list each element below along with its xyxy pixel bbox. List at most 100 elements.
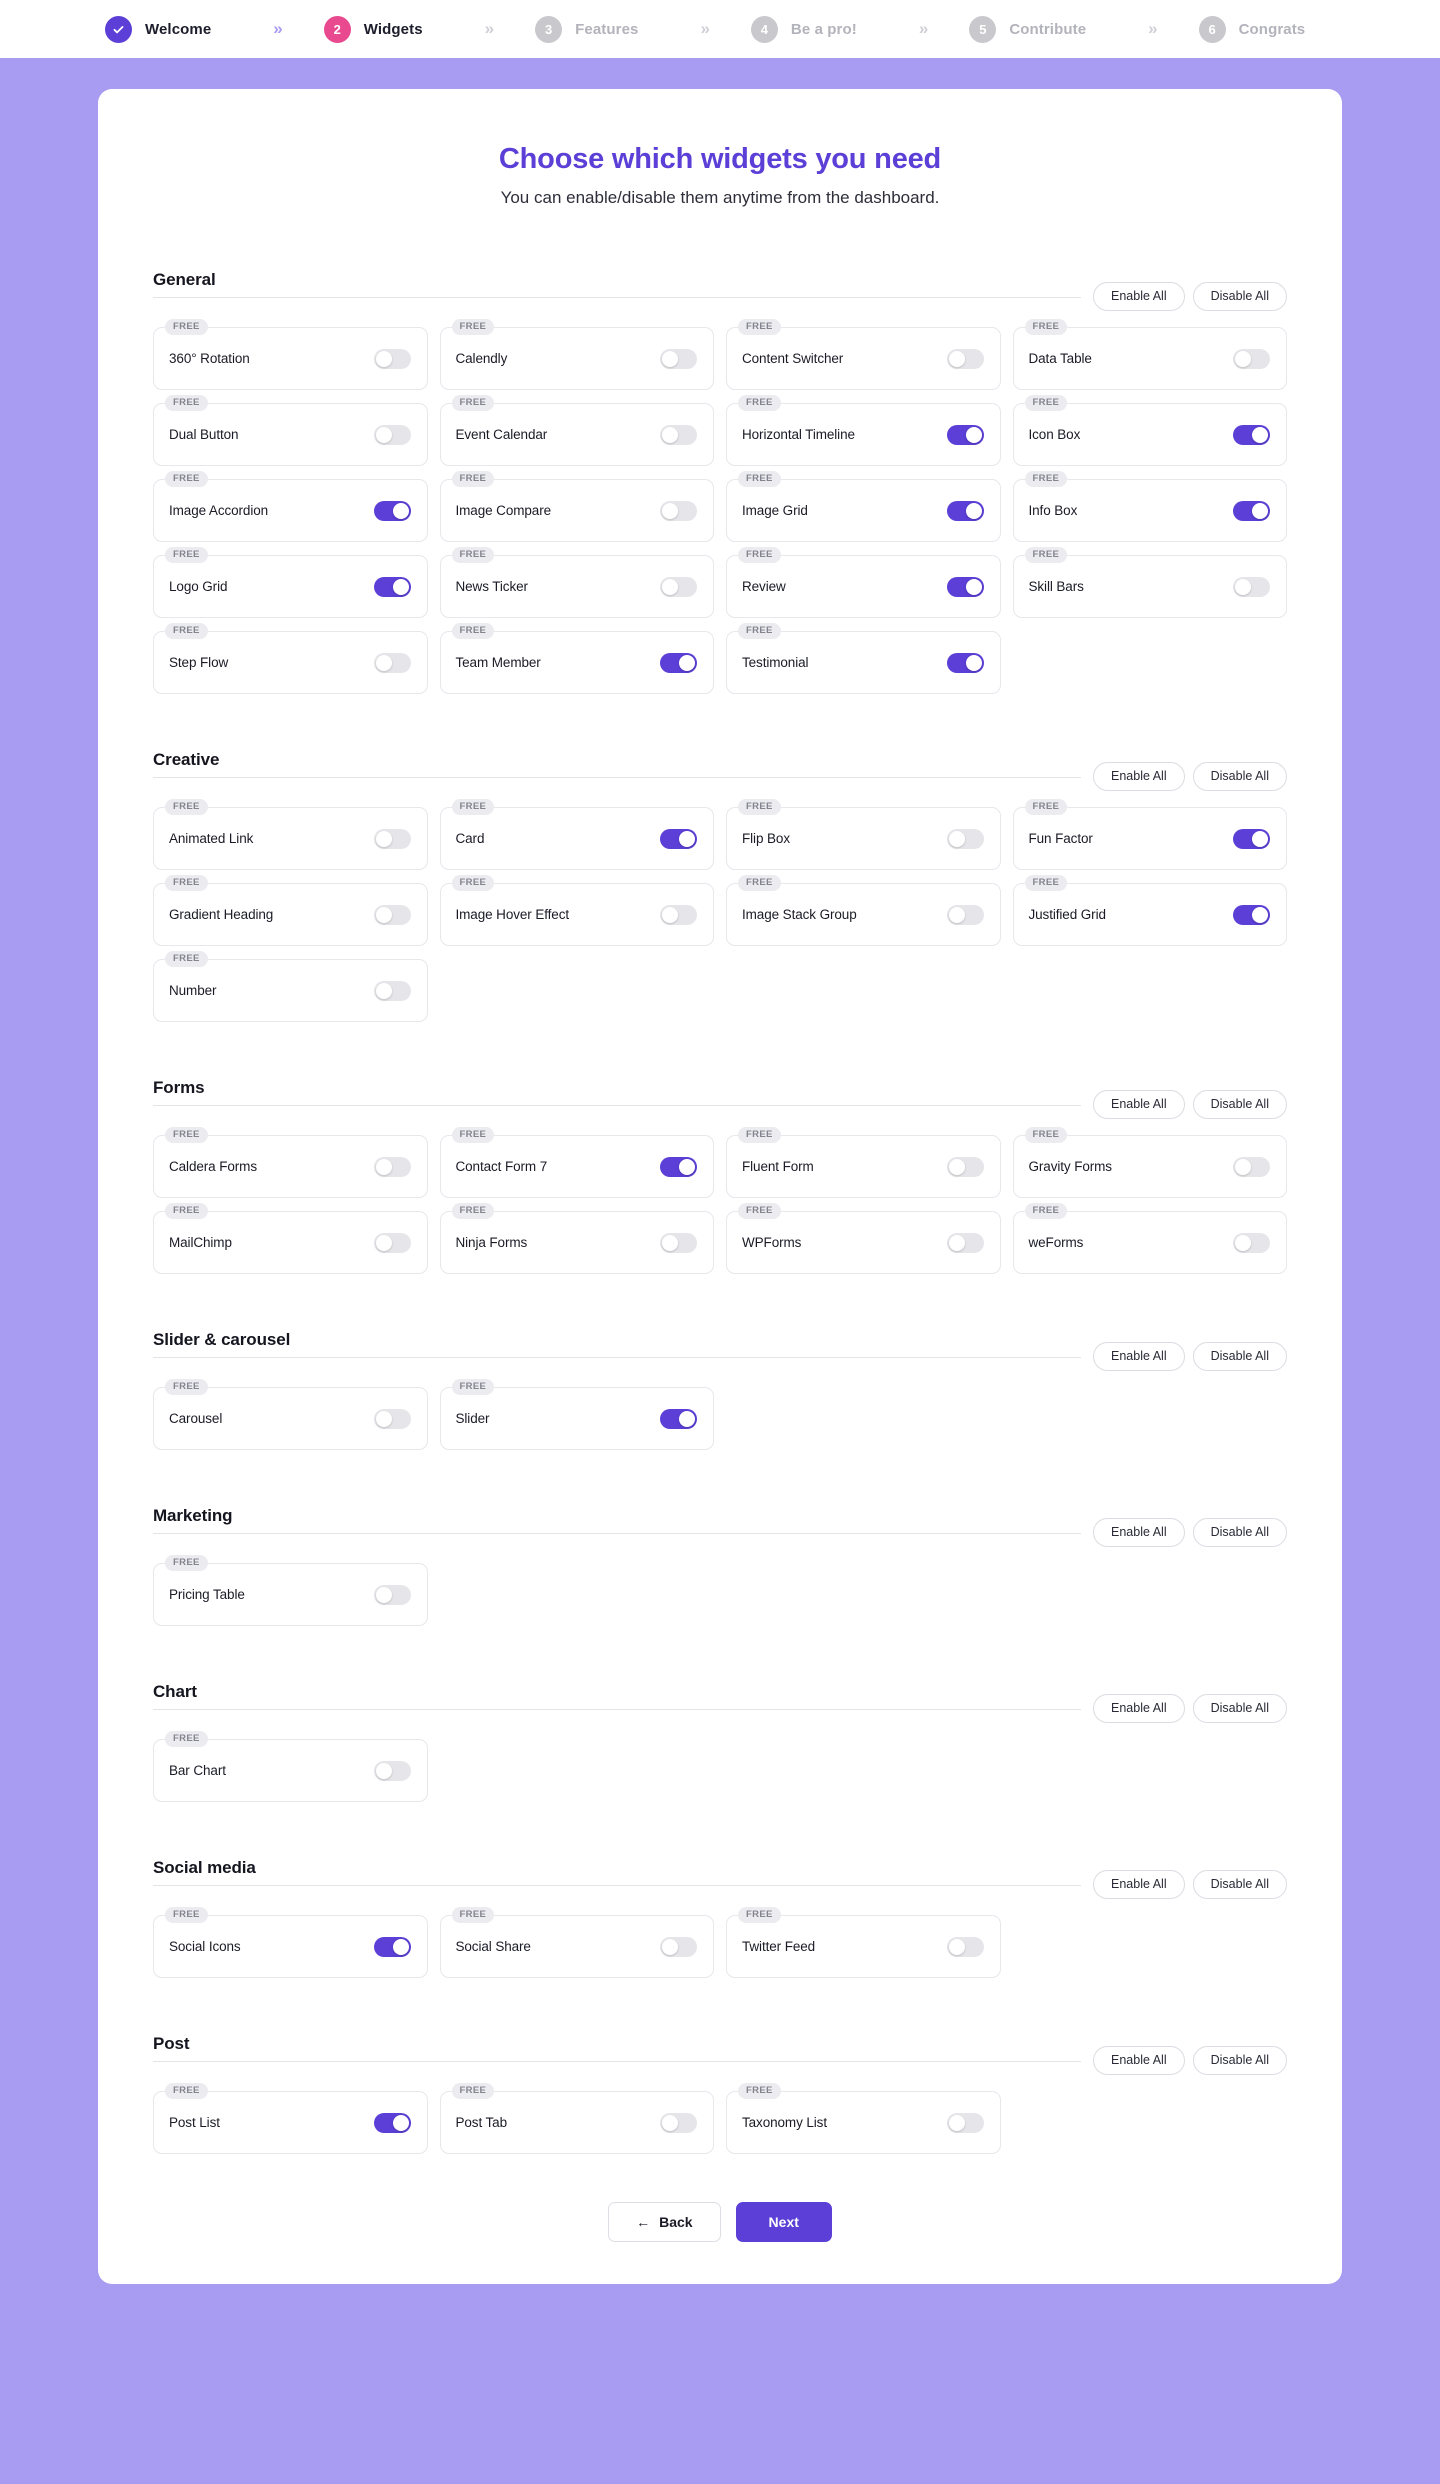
widget-card[interactable]: FREE Review — [726, 547, 1001, 618]
widget-card[interactable]: FREE Gradient Heading — [153, 875, 428, 946]
widget-toggle[interactable] — [946, 1156, 984, 1177]
step-item-widgets[interactable]: 2 Widgets — [323, 15, 423, 43]
widget-toggle[interactable] — [373, 1760, 411, 1781]
enable-all-button[interactable]: Enable All — [1093, 1518, 1185, 1547]
widget-card[interactable]: FREE Flip Box — [726, 799, 1001, 870]
widget-toggle[interactable] — [1233, 500, 1270, 521]
widget-toggle[interactable] — [373, 904, 411, 925]
widget-card[interactable]: FREE Fun Factor — [1012, 799, 1287, 870]
widget-card[interactable]: FREE Justified Grid — [1012, 875, 1287, 946]
widget-card[interactable]: FREE Fluent Form — [726, 1127, 1001, 1198]
widget-card[interactable]: FREE Ninja Forms — [439, 1203, 714, 1274]
widget-card[interactable]: FREE Image Stack Group — [726, 875, 1001, 946]
widget-toggle[interactable] — [660, 1232, 697, 1253]
widget-card[interactable]: FREE Card — [439, 799, 714, 870]
widget-toggle[interactable] — [660, 2112, 697, 2133]
widget-toggle[interactable] — [660, 828, 697, 849]
widget-card[interactable]: FREE Caldera Forms — [153, 1127, 428, 1198]
widget-card[interactable]: FREE Pricing Table — [153, 1555, 428, 1626]
step-item-features[interactable]: 3 Features — [535, 15, 638, 43]
widget-toggle[interactable] — [1233, 1232, 1270, 1253]
widget-toggle[interactable] — [660, 1156, 697, 1177]
widget-card[interactable]: FREE Post List — [153, 2083, 428, 2154]
widget-toggle[interactable] — [660, 348, 697, 369]
widget-card[interactable]: FREE Content Switcher — [726, 319, 1001, 390]
widget-toggle[interactable] — [946, 348, 984, 369]
widget-card[interactable]: FREE Logo Grid — [153, 547, 428, 618]
widget-toggle[interactable] — [1233, 904, 1270, 925]
widget-card[interactable]: FREE weForms — [1012, 1203, 1287, 1274]
widget-toggle[interactable] — [1233, 576, 1270, 597]
disable-all-button[interactable]: Disable All — [1192, 282, 1287, 311]
widget-card[interactable]: FREE News Ticker — [439, 547, 714, 618]
disable-all-button[interactable]: Disable All — [1192, 1518, 1287, 1547]
widget-toggle[interactable] — [946, 652, 984, 673]
step-item-welcome[interactable]: Welcome — [105, 15, 211, 43]
widget-toggle[interactable] — [660, 576, 697, 597]
enable-all-button[interactable]: Enable All — [1093, 1342, 1185, 1371]
back-button[interactable]: ← Back — [608, 2202, 721, 2242]
widget-toggle[interactable] — [660, 500, 697, 521]
widget-card[interactable]: FREE Image Hover Effect — [439, 875, 714, 946]
widget-card[interactable]: FREE 360° Rotation — [153, 319, 428, 390]
widget-toggle[interactable] — [946, 904, 984, 925]
enable-all-button[interactable]: Enable All — [1093, 1090, 1185, 1119]
enable-all-button[interactable]: Enable All — [1093, 1870, 1185, 1899]
widget-card[interactable]: FREE Step Flow — [153, 623, 428, 694]
widget-card[interactable]: FREE Dual Button — [153, 395, 428, 466]
disable-all-button[interactable]: Disable All — [1192, 1870, 1287, 1899]
widget-card[interactable]: FREE Contact Form 7 — [439, 1127, 714, 1198]
widget-card[interactable]: FREE Horizontal Timeline — [726, 395, 1001, 466]
widget-card[interactable]: FREE Slider — [439, 1379, 714, 1450]
enable-all-button[interactable]: Enable All — [1093, 282, 1185, 311]
widget-card[interactable]: FREE WPForms — [726, 1203, 1001, 1274]
widget-card[interactable]: FREE Social Share — [439, 1907, 714, 1978]
widget-card[interactable]: FREE Animated Link — [153, 799, 428, 870]
widget-card[interactable]: FREE Icon Box — [1012, 395, 1287, 466]
widget-card[interactable]: FREE Carousel — [153, 1379, 428, 1450]
widget-toggle[interactable] — [946, 1232, 984, 1253]
widget-toggle[interactable] — [373, 1408, 411, 1429]
widget-toggle[interactable] — [946, 424, 984, 445]
widget-card[interactable]: FREE Social Icons — [153, 1907, 428, 1978]
widget-toggle[interactable] — [946, 1936, 984, 1957]
widget-card[interactable]: FREE Gravity Forms — [1012, 1127, 1287, 1198]
widget-card[interactable]: FREE Bar Chart — [153, 1731, 428, 1802]
step-item-congrats[interactable]: 6 Congrats — [1198, 15, 1306, 43]
widget-toggle[interactable] — [660, 904, 697, 925]
widget-toggle[interactable] — [660, 652, 697, 673]
widget-toggle[interactable] — [660, 1936, 697, 1957]
disable-all-button[interactable]: Disable All — [1192, 1090, 1287, 1119]
step-item-contribute[interactable]: 5 Contribute — [969, 15, 1086, 43]
widget-toggle[interactable] — [373, 500, 411, 521]
widget-toggle[interactable] — [373, 2112, 411, 2133]
widget-card[interactable]: FREE Number — [153, 951, 428, 1022]
widget-card[interactable]: FREE Info Box — [1012, 471, 1287, 542]
widget-toggle[interactable] — [946, 500, 984, 521]
widget-card[interactable]: FREE MailChimp — [153, 1203, 428, 1274]
widget-toggle[interactable] — [946, 576, 984, 597]
widget-card[interactable]: FREE Taxonomy List — [726, 2083, 1001, 2154]
widget-card[interactable]: FREE Event Calendar — [439, 395, 714, 466]
widget-toggle[interactable] — [373, 348, 411, 369]
widget-toggle[interactable] — [1233, 424, 1270, 445]
widget-card[interactable]: FREE Team Member — [439, 623, 714, 694]
enable-all-button[interactable]: Enable All — [1093, 762, 1185, 791]
widget-toggle[interactable] — [373, 828, 411, 849]
widget-toggle[interactable] — [1233, 348, 1270, 369]
widget-card[interactable]: FREE Twitter Feed — [726, 1907, 1001, 1978]
widget-toggle[interactable] — [373, 424, 411, 445]
widget-card[interactable]: FREE Image Accordion — [153, 471, 428, 542]
widget-toggle[interactable] — [373, 1936, 411, 1957]
widget-toggle[interactable] — [1233, 1156, 1270, 1177]
widget-toggle[interactable] — [373, 576, 411, 597]
widget-toggle[interactable] — [1233, 828, 1270, 849]
widget-toggle[interactable] — [373, 980, 411, 1001]
widget-card[interactable]: FREE Post Tab — [439, 2083, 714, 2154]
enable-all-button[interactable]: Enable All — [1093, 2046, 1185, 2075]
widget-card[interactable]: FREE Data Table — [1012, 319, 1287, 390]
widget-toggle[interactable] — [946, 828, 984, 849]
widget-toggle[interactable] — [946, 2112, 984, 2133]
widget-toggle[interactable] — [660, 1408, 697, 1429]
widget-toggle[interactable] — [373, 1232, 411, 1253]
